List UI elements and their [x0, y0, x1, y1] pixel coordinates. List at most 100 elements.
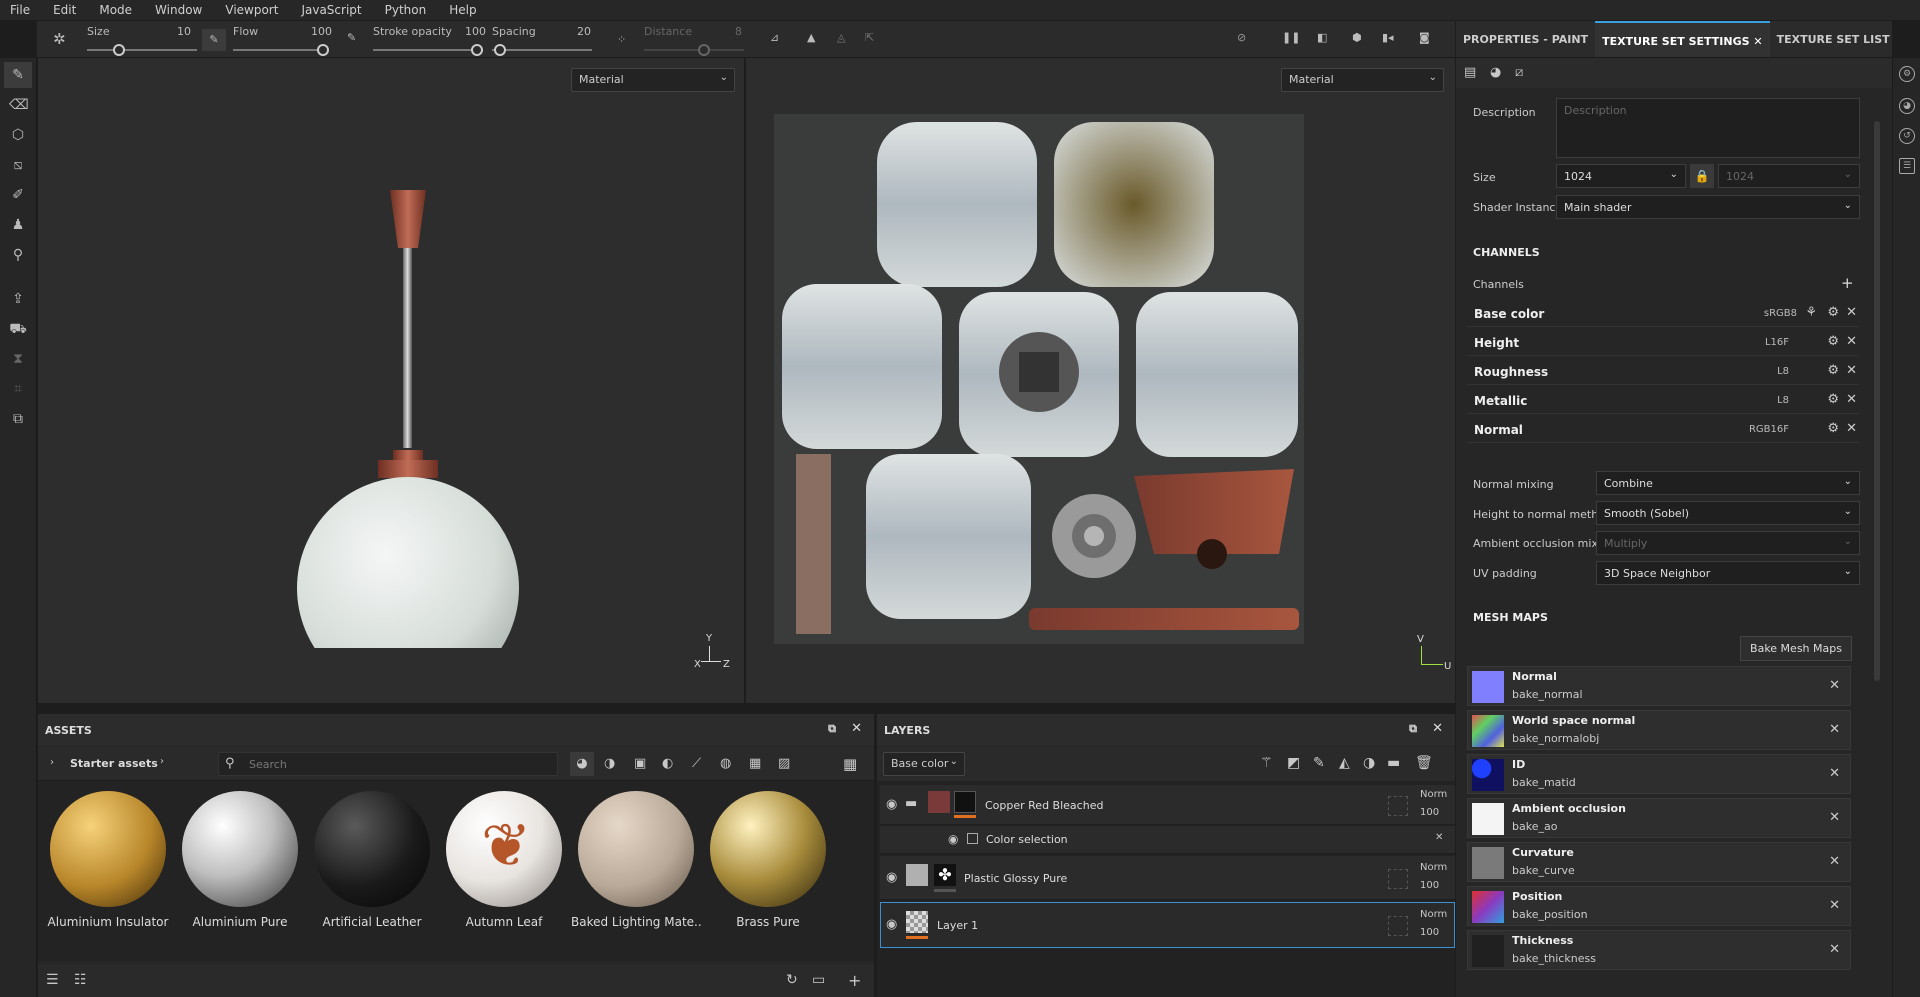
- search-input[interactable]: ⚲ Search: [218, 752, 558, 776]
- asset-item[interactable]: Baked Lighting Mate...: [571, 791, 701, 929]
- layer-row-selected[interactable]: ◉ Layer 1 Norm 100: [880, 902, 1455, 948]
- size-dropdown[interactable]: 1024 ⌄: [1556, 164, 1686, 188]
- close-icon[interactable]: ✕: [1829, 678, 1840, 693]
- trash-icon[interactable]: 🗑: [1415, 755, 1433, 771]
- eraser-icon[interactable]: ⌫: [9, 96, 29, 114]
- layer-opacity[interactable]: 100: [1420, 807, 1439, 818]
- mesh-map-row[interactable]: Normal bake_normal ✕: [1467, 666, 1851, 706]
- smart-material-filter-icon[interactable]: ◑: [604, 756, 615, 771]
- smudge-icon[interactable]: ✐: [9, 186, 27, 204]
- layer-opacity[interactable]: 100: [1420, 927, 1439, 938]
- symmetry-icon[interactable]: ✲: [53, 30, 66, 48]
- polygon-fill-icon[interactable]: ⧅: [9, 156, 27, 174]
- pause-icon[interactable]: ❚❚: [1282, 31, 1300, 44]
- fill-layer-icon[interactable]: ◭: [1339, 755, 1350, 771]
- close-icon[interactable]: ✕: [851, 721, 862, 736]
- asset-item[interactable]: Artificial Leather: [307, 791, 437, 929]
- projection-icon[interactable]: ⬡: [9, 126, 27, 144]
- menu-edit[interactable]: Edit: [53, 3, 76, 17]
- menu-help[interactable]: Help: [449, 3, 476, 17]
- flow-value[interactable]: 100: [311, 25, 332, 38]
- viewport-2d[interactable]: Material ⌄ V U: [746, 58, 1455, 703]
- camera-icon[interactable]: ◙: [1419, 31, 1430, 44]
- mesh-map-row[interactable]: Ambient occlusion bake_ao ✕: [1467, 798, 1851, 838]
- channel-row[interactable]: Base color sRGB8 ⚘ ⚙ ✕: [1467, 299, 1859, 327]
- description-field[interactable]: Description: [1556, 98, 1860, 158]
- blend-mode[interactable]: Norm: [1420, 909, 1447, 920]
- eye-icon[interactable]: ◉: [886, 917, 897, 932]
- shader-icon[interactable]: ◕: [1490, 65, 1501, 80]
- channel-row[interactable]: Normal RGB16F ⚙ ✕: [1467, 415, 1859, 443]
- channel-row[interactable]: Metallic L8 ⚙ ✕: [1467, 386, 1859, 414]
- effect-checkbox[interactable]: [967, 833, 978, 844]
- channel-format[interactable]: sRGB8: [1764, 308, 1797, 319]
- asset-item[interactable]: ❦ Autumn Leaf: [439, 791, 569, 929]
- asset-item[interactable]: Aluminium Insulator: [43, 791, 173, 929]
- layer-row[interactable]: ◉ ▬ Copper Red Bleached Norm 100: [880, 785, 1455, 825]
- layer-row[interactable]: ◉ ✤ Plastic Glossy Pure Norm 100: [880, 856, 1455, 900]
- menu-python[interactable]: Python: [385, 3, 427, 17]
- material-filter-icon[interactable]: ◕: [570, 752, 594, 776]
- flow-slider[interactable]: [233, 44, 329, 56]
- wand-icon[interactable]: ⚚: [1260, 755, 1273, 771]
- list-view-icon[interactable]: ☰: [46, 972, 59, 988]
- close-icon[interactable]: ✕: [1753, 35, 1762, 48]
- close-icon[interactable]: ✕: [1846, 392, 1857, 407]
- settings-icon[interactable]: ▤: [1464, 65, 1476, 80]
- eye-icon[interactable]: ◉: [886, 797, 897, 812]
- filter-list-icon[interactable]: ☷: [74, 972, 87, 988]
- color-picker-icon[interactable]: ⚲: [9, 246, 27, 264]
- layer-mask-slot[interactable]: [1388, 796, 1408, 816]
- chevron-right-icon[interactable]: ›: [50, 757, 54, 768]
- viewport-2d-mode-dropdown[interactable]: Material ⌄: [1281, 68, 1444, 92]
- camera-video-icon[interactable]: ▮◂: [1382, 31, 1394, 44]
- mask-filter-icon[interactable]: ▣: [634, 756, 646, 771]
- history-icon[interactable]: ⧗: [9, 350, 27, 368]
- export-icon[interactable]: ⇪: [9, 290, 27, 308]
- asset-item[interactable]: Aluminium Pure: [175, 791, 305, 929]
- spacing-value[interactable]: 20: [577, 25, 591, 38]
- refresh-icon[interactable]: ↻: [786, 972, 798, 988]
- float-panel-icon[interactable]: ⧉: [1409, 722, 1417, 736]
- chevron-right-icon[interactable]: ›: [160, 756, 164, 767]
- effect-row[interactable]: ◉ Color selection ✕: [880, 826, 1455, 854]
- tab-texture-set-list[interactable]: TEXTURE SET LIST: [1770, 21, 1897, 57]
- height-to-normal-dropdown[interactable]: Smooth (Sobel) ⌄: [1596, 501, 1860, 525]
- flow-pen-icon[interactable]: ✎: [202, 29, 226, 51]
- close-icon[interactable]: ✕: [1829, 898, 1840, 913]
- close-icon[interactable]: ✕: [1846, 363, 1857, 378]
- smart-material-icon[interactable]: ◑: [1363, 755, 1375, 771]
- layer-mask-slot[interactable]: [1388, 916, 1408, 936]
- scrollbar[interactable]: [1874, 121, 1880, 681]
- menu-window[interactable]: Window: [155, 3, 202, 17]
- gear-icon[interactable]: ⚙: [1827, 421, 1839, 436]
- grid-view-icon[interactable]: ▦: [843, 755, 857, 773]
- mesh-map-row[interactable]: Thickness bake_thickness ✕: [1467, 930, 1851, 970]
- line-icon[interactable]: ⊿: [770, 31, 779, 44]
- spacing-slider[interactable]: [492, 44, 592, 56]
- add-channel-icon[interactable]: +: [1841, 274, 1854, 292]
- bake-icon[interactable]: ⛟: [9, 320, 27, 338]
- gear-icon[interactable]: ⚙: [1827, 363, 1839, 378]
- viewport-3d[interactable]: Material ⌄ Y X Z: [38, 58, 744, 703]
- close-icon[interactable]: ✕: [1846, 305, 1857, 320]
- split-view-icon[interactable]: ◧: [1317, 31, 1327, 44]
- stroke-opacity-slider[interactable]: [373, 44, 483, 56]
- history-icon[interactable]: ↺: [1899, 128, 1915, 144]
- channel-dropdown[interactable]: Base color ⌄: [883, 752, 965, 776]
- close-icon[interactable]: ✕: [1829, 942, 1840, 957]
- crop-icon[interactable]: ⧄: [1515, 65, 1523, 80]
- lock-icon[interactable]: 🔒: [1690, 164, 1714, 188]
- eye-icon[interactable]: ◉: [886, 870, 897, 885]
- texture-filter-icon[interactable]: ▦: [749, 756, 761, 771]
- channel-row[interactable]: Height L16F ⚙ ✕: [1467, 328, 1859, 356]
- uv-padding-dropdown[interactable]: 3D Space Neighbor ⌄: [1596, 561, 1860, 585]
- folder-icon[interactable]: ▬: [1387, 755, 1400, 771]
- menu-javascript[interactable]: JavaScript: [301, 3, 361, 17]
- close-icon[interactable]: ✕: [1829, 810, 1840, 825]
- size-slider[interactable]: [87, 44, 197, 56]
- generator-filter-icon[interactable]: ◐: [662, 756, 673, 771]
- log-icon[interactable]: ☰: [1899, 158, 1915, 174]
- shader-settings-icon[interactable]: ◕: [1899, 98, 1915, 114]
- close-icon[interactable]: ✕: [1435, 832, 1443, 843]
